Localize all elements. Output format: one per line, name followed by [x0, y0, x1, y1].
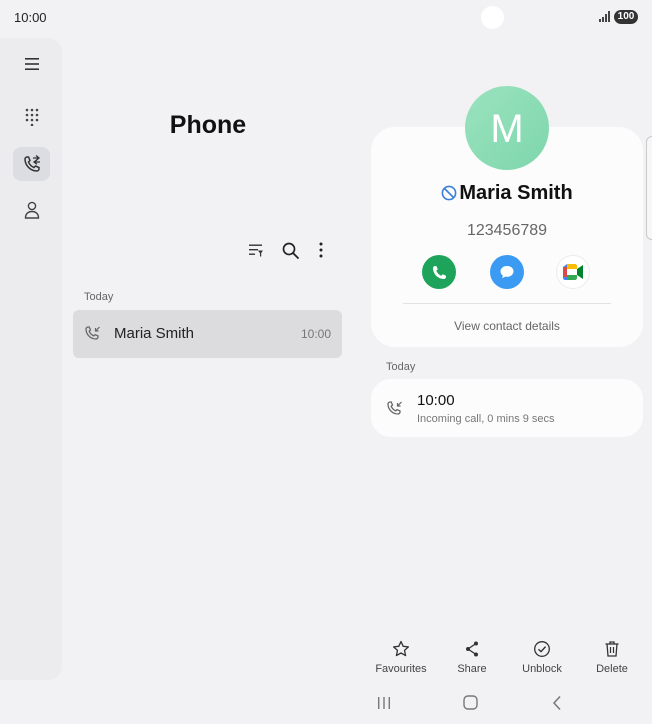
- share-icon: [466, 641, 478, 657]
- history-detail: Incoming call, 0 mins 9 secs: [417, 413, 555, 425]
- back-icon[interactable]: [552, 695, 562, 711]
- view-contact-details-link[interactable]: View contact details: [371, 319, 643, 333]
- camera-cutout: [481, 6, 504, 29]
- page-title: Phone: [169, 111, 247, 139]
- unblock-label: Unblock: [522, 663, 562, 675]
- contact-name-row: Maria Smith: [371, 182, 643, 205]
- call-history-entry[interactable]: 10:00 Incoming call, 0 mins 9 secs: [371, 379, 643, 437]
- history-time: 10:00: [417, 392, 455, 409]
- recent-apps-icon[interactable]: [377, 696, 391, 710]
- message-button[interactable]: [490, 255, 524, 289]
- delete-label: Delete: [596, 663, 628, 675]
- contacts-icon: [24, 201, 39, 219]
- incoming-call-icon: [85, 326, 100, 340]
- search-icon: [282, 242, 299, 259]
- home-icon[interactable]: [463, 695, 478, 710]
- menu-icon: [24, 58, 39, 70]
- share-label: Share: [457, 663, 487, 675]
- system-nav-bar: [0, 688, 652, 718]
- delete-button[interactable]: Delete: [577, 638, 647, 675]
- more-options-button[interactable]: [309, 238, 333, 262]
- drag-handle[interactable]: [646, 136, 652, 240]
- contact-name: Maria Smith: [459, 182, 573, 204]
- contact-number: 123456789: [466, 222, 548, 239]
- menu-button[interactable]: [13, 47, 50, 81]
- meet-icon: [563, 264, 583, 280]
- recents-icon: [23, 155, 40, 172]
- star-icon: [392, 640, 410, 657]
- blocked-icon: [441, 185, 457, 201]
- unblock-button[interactable]: Unblock: [507, 638, 577, 675]
- card-divider: [403, 303, 611, 304]
- video-call-button[interactable]: [556, 255, 590, 289]
- trash-icon: [605, 641, 619, 657]
- caller-name: Maria Smith: [114, 325, 195, 342]
- favourites-label: Favourites: [375, 663, 427, 675]
- share-button[interactable]: Share: [437, 638, 507, 675]
- history-section-label: Today: [386, 361, 416, 373]
- call-log-item[interactable]: Maria Smith 10:00: [73, 310, 342, 358]
- call-time: 10:00: [300, 327, 331, 341]
- status-time: 10:00: [14, 10, 47, 25]
- status-bar: 10:00 100: [0, 0, 652, 34]
- favourites-button[interactable]: Favourites: [366, 638, 436, 675]
- phone-icon: [433, 266, 446, 279]
- avatar: M: [465, 86, 549, 170]
- filter-icon: [249, 244, 263, 257]
- message-icon: [500, 266, 514, 279]
- log-section-label: Today: [84, 291, 114, 303]
- signal-icon: [599, 11, 610, 22]
- battery-indicator: 100: [614, 10, 638, 24]
- call-button[interactable]: [422, 255, 456, 289]
- contacts-tab[interactable]: [13, 193, 50, 227]
- filter-button[interactable]: [244, 238, 268, 262]
- incoming-call-icon: [387, 401, 402, 415]
- recents-tab[interactable]: [13, 147, 50, 181]
- search-button[interactable]: [278, 238, 302, 262]
- check-circle-icon: [534, 641, 550, 657]
- more-icon: [319, 242, 323, 258]
